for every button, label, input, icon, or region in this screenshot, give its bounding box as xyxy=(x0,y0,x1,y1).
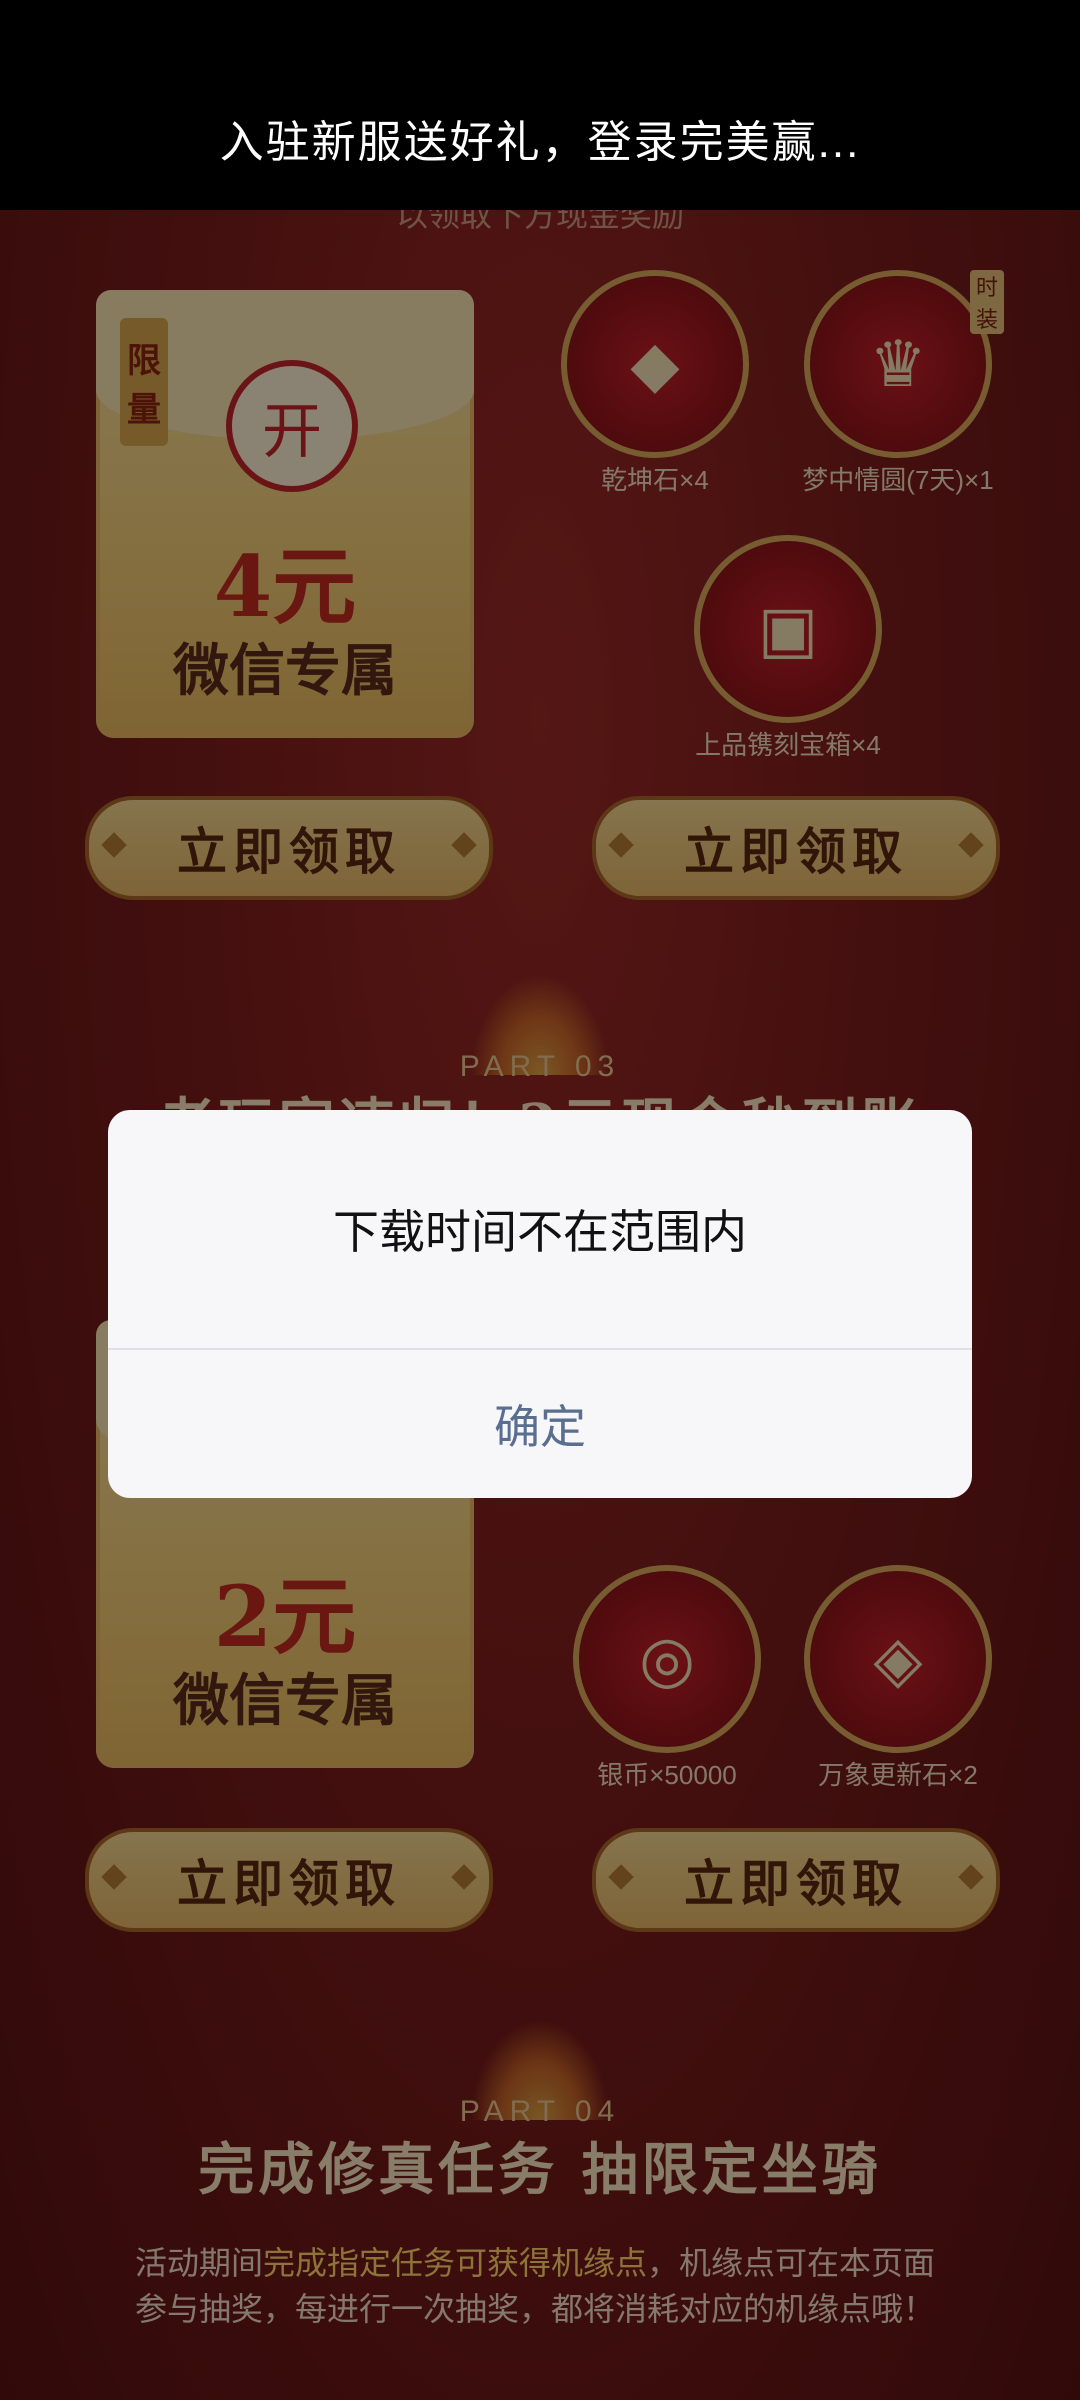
alert-dialog: 下载时间不在范围内 确定 xyxy=(108,1110,972,1498)
window-title: 入驻新服送好礼，登录完美赢... xyxy=(219,118,861,167)
confirm-button[interactable]: 确定 xyxy=(108,1350,972,1498)
title-bar: 入驻新服送好礼，登录完美赢... xyxy=(0,0,1080,210)
alert-message: 下载时间不在范围内 xyxy=(333,1206,747,1258)
